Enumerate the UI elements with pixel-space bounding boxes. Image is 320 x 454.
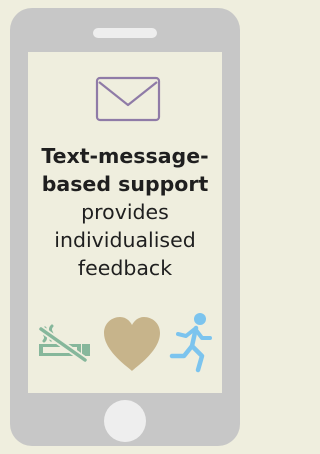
phone-speaker — [93, 28, 157, 38]
envelope-icon — [95, 76, 161, 122]
message-line-5: feedback — [77, 256, 173, 280]
message-line-4: individualised — [54, 228, 196, 252]
message-bold-line-2: based support — [41, 172, 209, 196]
health-icons-row — [28, 312, 222, 374]
heart-icon — [104, 317, 160, 371]
no-smoking-icon — [37, 324, 90, 362]
support-message: Text-message- based support provides ind… — [28, 142, 222, 282]
message-line-3: provides — [81, 200, 169, 224]
running-person-icon — [169, 313, 212, 373]
infographic-page: Text-message- based support provides ind… — [0, 0, 250, 454]
message-bold-line-1: Text-message- — [41, 144, 209, 168]
phone-home-button — [104, 400, 146, 442]
